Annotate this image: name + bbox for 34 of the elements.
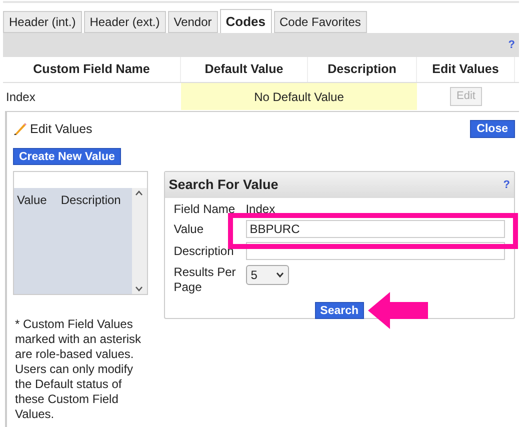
close-button[interactable]: Close [470, 120, 515, 138]
table-cell-text: Index [5, 88, 36, 106]
search-panel-title: Search For Value [168, 176, 278, 194]
arrow-icon [368, 292, 428, 329]
select-field[interactable]: 5 [246, 265, 289, 285]
tab[interactable]: Code Favorites [274, 11, 367, 33]
create-button[interactable]: Create New Value [13, 148, 121, 165]
column-header: Description [308, 57, 417, 82]
list-column-header: Description [60, 192, 121, 209]
field-label: Field Name [174, 202, 236, 216]
field-label: Results Per Page [174, 265, 237, 295]
tab[interactable]: Vendor [168, 11, 218, 33]
list-column-header: Value [17, 192, 47, 209]
field-label: Description [174, 244, 235, 258]
input-field[interactable]: BBPURC [246, 220, 505, 238]
scrollbar[interactable] [132, 188, 147, 294]
column-header: Default Value [181, 57, 308, 82]
pencil-icon [13, 122, 27, 136]
tab[interactable]: Codes [220, 9, 272, 33]
value-list[interactable]: Value Description [13, 171, 148, 295]
table-cell: No Default Value [181, 83, 417, 110]
help-link[interactable]: ? [503, 176, 510, 194]
column-header: Edit Values [417, 57, 515, 82]
chevron-icon [276, 272, 284, 278]
tab[interactable]: Header (ext.) [84, 11, 166, 33]
input-field[interactable] [246, 242, 505, 260]
help-link[interactable]: ? [508, 36, 515, 54]
panel-title: Edit Values [30, 120, 92, 138]
note-text: * Custom Field Values marked with an asterisk are role-based values. Users can only modify the Default status of these Custom Field Values. [14, 317, 142, 422]
search-button[interactable]: Search [315, 302, 364, 319]
tab[interactable]: Header (int.) [3, 11, 82, 33]
field-value: Index [246, 201, 276, 218]
column-header: Custom Field Name [3, 57, 181, 82]
field-label: Value [174, 222, 205, 236]
